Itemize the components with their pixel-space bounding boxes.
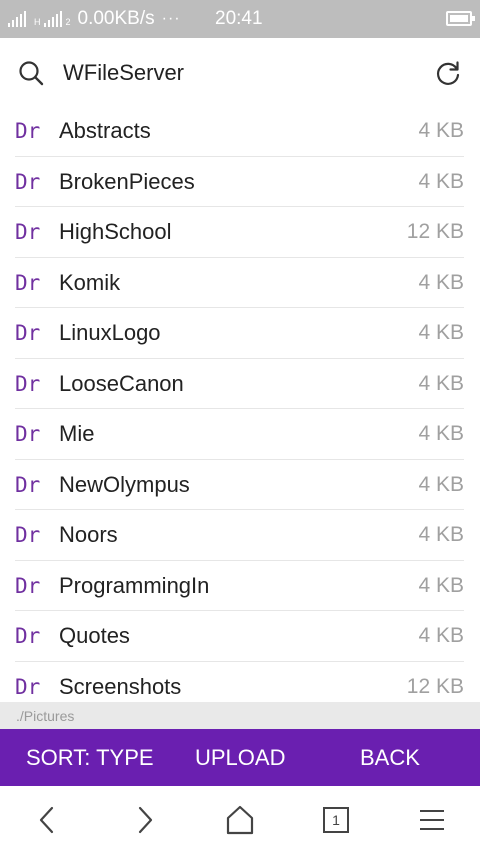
file-type-tag: Dr (15, 674, 41, 699)
battery-icon (446, 11, 475, 26)
file-row[interactable]: Dr LooseCanon 4 KB (15, 359, 464, 409)
search-icon[interactable] (18, 60, 44, 86)
sim-slot-label: 2 (65, 17, 71, 27)
file-name: Screenshots (59, 673, 182, 699)
file-size: 4 KB (418, 523, 464, 546)
file-name: HighSchool (59, 219, 172, 244)
file-name: LinuxLogo (59, 320, 161, 345)
file-row[interactable]: Dr Noors 4 KB (15, 510, 464, 561)
file-size: 4 KB (418, 422, 464, 445)
file-type-tag: Dr (15, 573, 41, 598)
file-row[interactable]: Dr NewOlympus 4 KB (15, 460, 464, 510)
search-header: WFileServer (0, 38, 480, 108)
file-size: 4 KB (418, 624, 464, 647)
file-size: 12 KB (406, 674, 464, 698)
file-type-tag: Dr (15, 119, 41, 143)
file-size: 12 KB (406, 220, 464, 243)
file-type-tag: Dr (15, 624, 41, 648)
file-size: 4 KB (418, 119, 464, 142)
nav-forward-icon[interactable] (128, 804, 160, 836)
file-row[interactable]: Dr Abstracts 4 KB (15, 106, 464, 157)
file-type-tag: Dr (15, 220, 41, 244)
current-path-bar: ./Pictures (0, 702, 480, 730)
file-size: 4 KB (418, 371, 464, 395)
file-name: Abstracts (59, 118, 151, 143)
file-type-tag: Dr (15, 371, 41, 396)
file-name: ProgrammingIn (59, 572, 210, 598)
signal-icon (8, 11, 26, 27)
upload-button[interactable]: UPLOAD (195, 729, 285, 786)
more-notifications-icon: ··· (161, 10, 181, 27)
file-type-tag: Dr (15, 321, 41, 345)
file-type-tag: Dr (15, 472, 41, 497)
file-type-tag: Dr (15, 422, 41, 446)
file-row[interactable]: Dr Mie 4 KB (15, 409, 464, 460)
file-name: Quotes (59, 623, 130, 648)
signal-icon-sim2: H 2 (34, 11, 71, 27)
clock: 20:41 (215, 8, 263, 29)
action-bar: SORT: TYPE UPLOAD BACK (0, 729, 480, 786)
menu-icon[interactable] (416, 804, 448, 836)
current-path: ./Pictures (16, 708, 75, 724)
file-name: BrokenPieces (59, 168, 195, 194)
file-name: LooseCanon (59, 370, 184, 396)
file-name: Mie (59, 421, 95, 446)
file-size: 4 KB (418, 270, 464, 294)
file-type-tag: Dr (15, 270, 41, 295)
sort-button[interactable]: SORT: TYPE (26, 729, 154, 786)
file-row[interactable]: Dr ProgrammingIn 4 KB (15, 561, 464, 611)
file-size: 4 KB (418, 573, 464, 597)
server-title: WFileServer (63, 60, 185, 85)
home-icon[interactable] (224, 804, 256, 836)
file-row[interactable]: Dr Quotes 4 KB (15, 611, 464, 662)
file-row[interactable]: Dr LinuxLogo 4 KB (15, 308, 464, 359)
refresh-icon[interactable] (434, 59, 462, 87)
file-name: Noors (59, 522, 118, 547)
file-row[interactable]: Dr Komik 4 KB (15, 258, 464, 308)
file-type-tag: Dr (15, 523, 41, 547)
file-size: 4 KB (418, 472, 464, 496)
tabs-icon[interactable]: 1 (320, 804, 352, 836)
network-type-label: H (34, 17, 41, 27)
file-list[interactable]: Dr Abstracts 4 KB Dr BrokenPieces 4 KB D… (0, 106, 480, 702)
file-size: 4 KB (418, 321, 464, 344)
file-row[interactable]: Dr HighSchool 12 KB (15, 207, 464, 258)
back-button[interactable]: BACK (360, 729, 420, 786)
network-speed: 0.00KB/s (77, 8, 155, 29)
navigation-bar: 1 (0, 786, 480, 854)
status-icons: H 2 0.00KB/s ··· (8, 0, 181, 38)
file-row[interactable]: Dr BrokenPieces 4 KB (15, 157, 464, 207)
nav-back-icon[interactable] (32, 804, 64, 836)
tab-count: 1 (332, 812, 340, 828)
file-type-tag: Dr (15, 169, 41, 194)
file-name: NewOlympus (59, 471, 190, 497)
status-bar: H 2 0.00KB/s ··· 20:41 (0, 0, 480, 38)
file-size: 4 KB (418, 169, 464, 193)
file-name: Komik (59, 269, 121, 295)
file-row[interactable]: Dr Screenshots 12 KB (15, 662, 464, 703)
